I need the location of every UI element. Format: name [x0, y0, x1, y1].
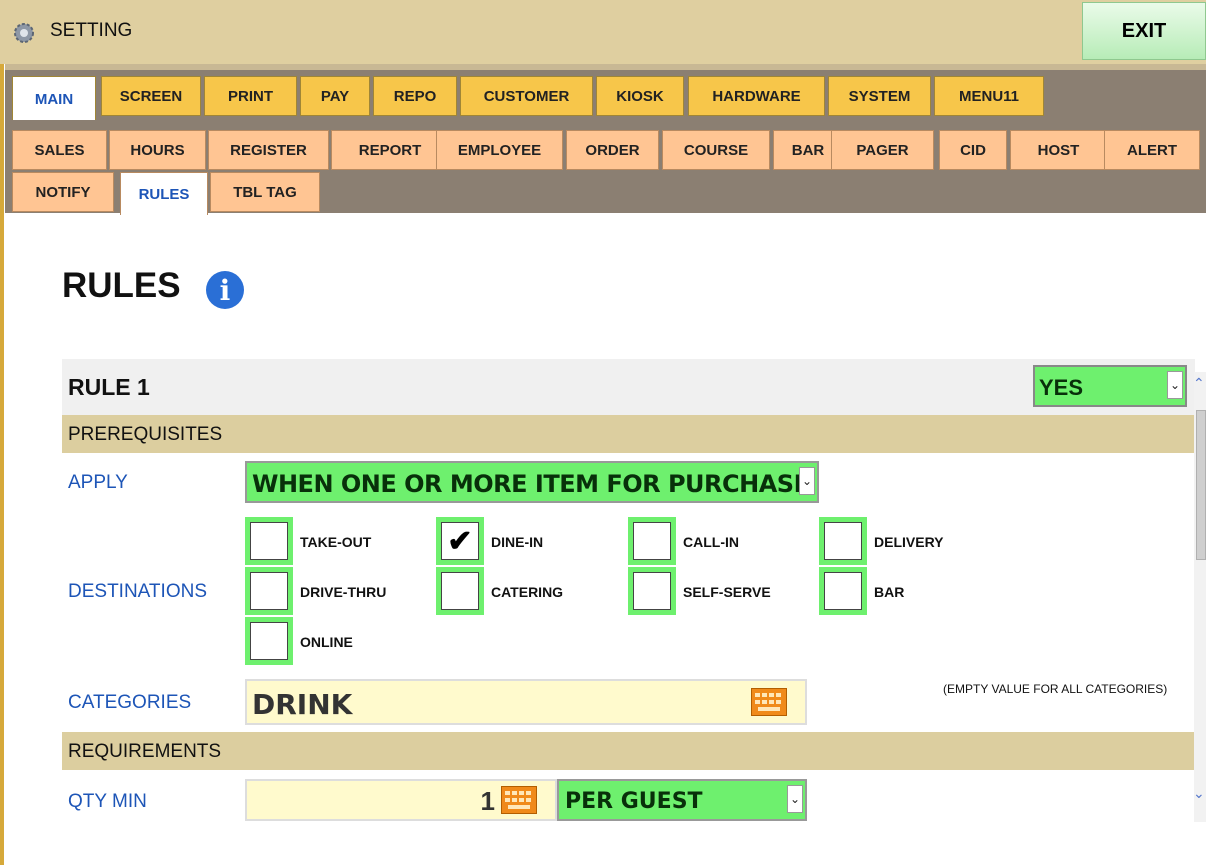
categories-value: DRINK [252, 688, 353, 721]
checkbox-take-out[interactable] [245, 517, 293, 565]
checkbox-call-in[interactable] [628, 517, 676, 565]
scrollbar-thumb[interactable] [1196, 410, 1206, 560]
checkbox-label: DINE-IN [491, 534, 544, 550]
checkmark-icon: ✔ [441, 522, 479, 560]
checkbox-label: SELF-SERVE [683, 584, 771, 600]
qty-min-value: 1 [480, 786, 495, 816]
checkbox-box [250, 522, 288, 560]
checkbox-box [441, 572, 479, 610]
checkbox-self-serve[interactable] [628, 567, 676, 615]
categories-note: (EMPTY VALUE FOR ALL CATEGORIES) [943, 682, 1168, 696]
chevron-down-icon[interactable]: ⌄ [787, 785, 803, 813]
requirements-section: REQUIREMENTS [62, 732, 1195, 770]
destinations-grid: TAKE-OUT ✔ DINE-IN CALL-IN DELIVERY DRIVE-THR… [0, 0, 1206, 700]
qty-min-unit-value: PER GUEST [565, 789, 703, 814]
checkbox-box [633, 572, 671, 610]
checkbox-label: DRIVE-THRU [300, 584, 387, 600]
checkbox-label: ONLINE [300, 634, 353, 650]
checkbox-label: CALL-IN [683, 534, 739, 550]
categories-label: CATEGORIES [68, 692, 192, 713]
checkbox-label: BAR [874, 584, 905, 600]
keyboard-icon[interactable] [751, 688, 787, 716]
checkbox-dine-in[interactable]: ✔ [436, 517, 484, 565]
section-label: REQUIREMENTS [68, 741, 222, 762]
scroll-up-icon[interactable]: ⌃ [1193, 375, 1205, 392]
qty-min-unit-select[interactable]: PER GUEST ⌄ [557, 779, 807, 821]
checkbox-box [824, 572, 862, 610]
scroll-down-icon[interactable]: ⌄ [1193, 785, 1205, 802]
qty-min-label: QTY MIN [68, 791, 147, 812]
checkbox-label: DELIVERY [874, 534, 944, 550]
checkbox-box [824, 522, 862, 560]
checkbox-bar[interactable] [819, 567, 867, 615]
checkbox-label: CATERING [491, 584, 564, 600]
categories-input[interactable]: DRINK [245, 679, 807, 725]
checkbox-delivery[interactable] [819, 517, 867, 565]
qty-min-input[interactable]: 1 [245, 779, 557, 821]
checkbox-catering[interactable] [436, 567, 484, 615]
checkbox-label: TAKE-OUT [300, 534, 372, 550]
checkbox-online[interactable] [245, 617, 293, 665]
checkbox-box [250, 622, 288, 660]
keyboard-icon[interactable] [501, 786, 537, 814]
checkbox-box [633, 522, 671, 560]
checkbox-drive-thru[interactable] [245, 567, 293, 615]
checkbox-box [250, 572, 288, 610]
